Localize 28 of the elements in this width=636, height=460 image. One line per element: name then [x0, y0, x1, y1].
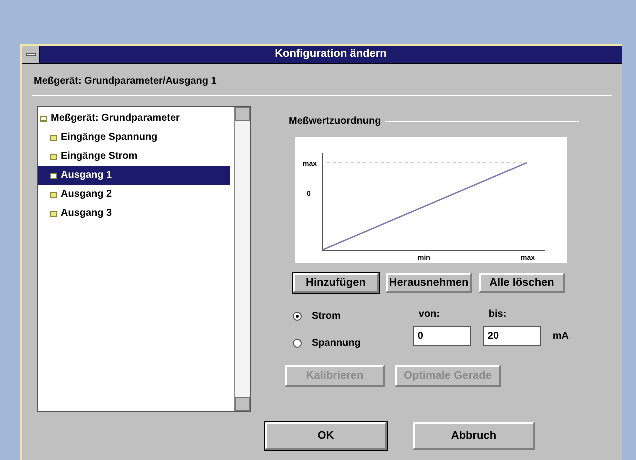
folder-icon — [50, 172, 57, 178]
radio-button[interactable] — [293, 312, 302, 321]
dialog-button[interactable]: Abbruch — [413, 422, 535, 450]
input-field[interactable]: 20 — [482, 326, 541, 346]
action-button[interactable]: Alle löschen — [479, 273, 565, 293]
window-title: Konfiguration ändern — [40, 46, 622, 63]
action-button[interactable]: Hinzufügen — [293, 273, 379, 293]
input-field[interactable]: 0 — [412, 326, 471, 346]
tree-item[interactable]: Ausgang 1 — [38, 166, 230, 185]
field-label: bis: — [488, 308, 507, 322]
field-label: von: — [418, 308, 441, 322]
path-label: Meßgerät: Grundparameter/Ausgang 1 — [34, 75, 218, 89]
tree-item[interactable]: Ausgang 3 — [38, 204, 230, 223]
group-title: Meßwertzuordnung — [289, 115, 382, 129]
folder-icon — [50, 134, 57, 140]
radio-option[interactable]: Spannung — [293, 336, 361, 351]
folder-icon — [50, 154, 57, 160]
folder-icon — [50, 210, 57, 216]
action-button[interactable]: Herausnehmen — [386, 273, 472, 293]
tree-item[interactable]: Eingänge Strom — [38, 147, 230, 166]
radio-option[interactable]: Strom — [293, 309, 361, 324]
dialog-button[interactable]: OK — [265, 422, 387, 450]
radio-button[interactable] — [293, 339, 302, 348]
tree-item[interactable]: Eingänge Spannung — [38, 128, 230, 147]
folder-icon — [50, 192, 57, 198]
tree-item[interactable]: Meßgerät: Grundparameter — [38, 109, 234, 128]
tree-item[interactable]: Ausgang 2 — [38, 185, 230, 204]
unit-label: mA — [552, 330, 570, 344]
